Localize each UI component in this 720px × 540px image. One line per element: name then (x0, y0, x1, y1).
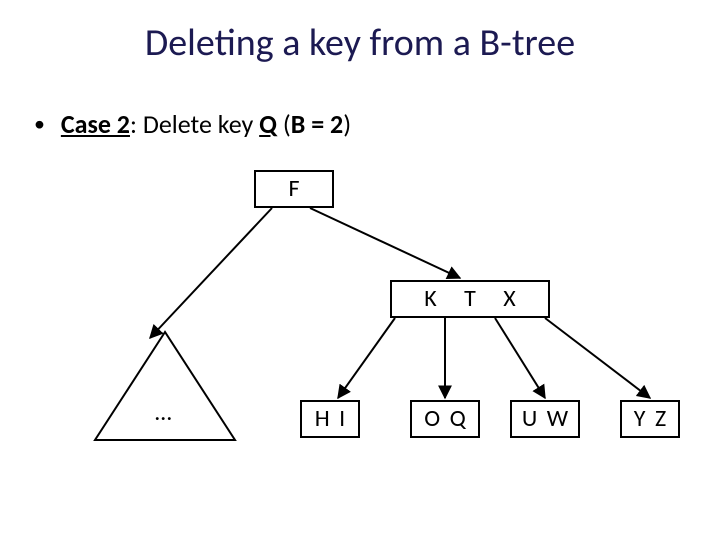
key-Y: Y (632, 402, 648, 436)
key-U: U (520, 402, 539, 436)
key-I: I (337, 402, 347, 436)
key-X: X (501, 282, 517, 316)
key-F: F (286, 172, 301, 206)
leaf-oq: O Q (410, 400, 480, 438)
edge-ktx-uw (495, 318, 545, 398)
leaf-hi: H I (300, 400, 360, 438)
key-H: H (313, 402, 332, 436)
edge-root-left (150, 208, 272, 338)
btree-diagram: F K T X … H I O Q U W Y Z (0, 0, 720, 540)
key-T: T (462, 282, 478, 316)
key-Q: Q (448, 402, 468, 436)
edge-ktx-hi (338, 318, 395, 398)
left-subtree-ellipsis: … (155, 398, 172, 427)
edge-ktx-yz (545, 318, 650, 398)
leaf-uw: U W (510, 400, 580, 438)
node-root: F (254, 170, 334, 208)
leaf-yz: Y Z (620, 400, 680, 438)
key-W: W (545, 402, 570, 436)
edge-root-ktx (310, 208, 460, 278)
key-K: K (422, 282, 438, 316)
key-Z: Z (653, 402, 668, 436)
key-O: O (422, 402, 442, 436)
edges-svg (0, 0, 720, 540)
node-ktx: K T X (390, 280, 550, 318)
